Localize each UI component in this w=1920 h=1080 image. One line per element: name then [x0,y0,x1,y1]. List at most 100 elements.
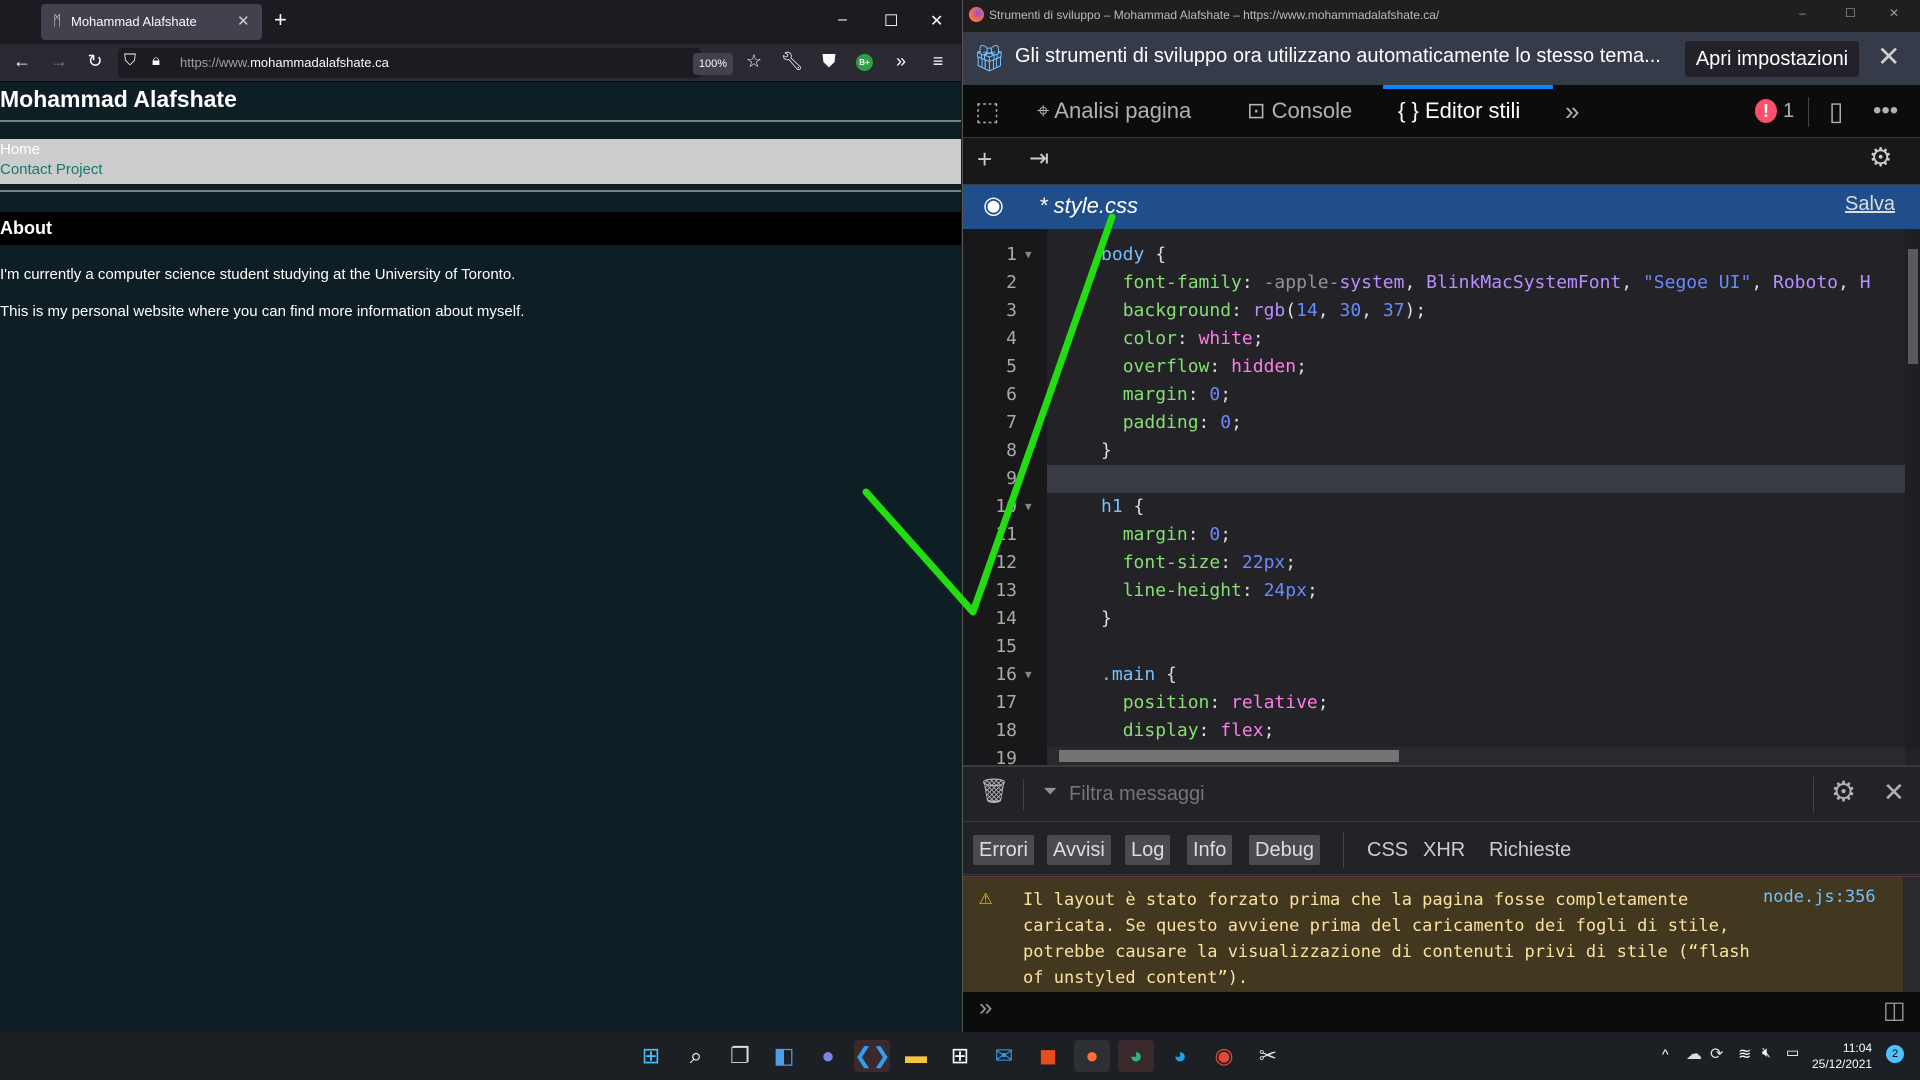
code-line[interactable]: line-height: 24px; [1101,577,1318,605]
error-icon[interactable]: ! [1755,99,1777,123]
filter-debug-button[interactable]: Debug [1249,835,1320,865]
pocket-icon[interactable]: ⛊ [817,51,841,72]
filter-warnings-button[interactable]: Avvisi [1047,835,1111,865]
code-line[interactable]: } [1101,605,1112,633]
filter-xhr-button[interactable]: XHR [1423,835,1465,865]
back-icon[interactable]: ← [10,51,34,72]
more-tabs-chevron-icon[interactable]: » [1565,85,1579,137]
notification-count-badge[interactable]: 2 [1886,1045,1904,1063]
onedrive-icon[interactable]: ☁ [1686,1044,1702,1064]
snipping-tool-icon[interactable]: ✂ [1250,1040,1286,1072]
tab-console[interactable]: ⊡ Console [1247,85,1352,137]
trash-icon[interactable]: 🗑︎ [979,777,1009,806]
minimize-button[interactable]: – [1799,6,1806,20]
filter-info-button[interactable]: Info [1187,835,1233,865]
code-line[interactable]: font-size: 22px; [1101,549,1296,577]
shield-icon[interactable]: ⛉ [124,52,136,70]
screen-recorder-icon[interactable]: ◉ [1206,1040,1242,1072]
sync-icon[interactable]: ⟳ [1710,1044,1723,1064]
save-button[interactable]: Salva [1845,193,1895,216]
vscode-icon[interactable]: ❮❯ [854,1040,891,1072]
code-line[interactable]: body { [1101,241,1166,269]
error-count[interactable]: 1 [1783,85,1794,137]
extension-badge-icon[interactable]: B+ [856,54,873,71]
hamburger-menu-icon[interactable]: ≡ [926,51,950,72]
reload-icon[interactable]: ↻ [83,51,107,72]
teams-chat-icon[interactable]: ● [810,1040,846,1072]
fold-toggle-icon[interactable]: ▼ [1025,661,1032,689]
filter-messages-input[interactable] [1069,777,1769,811]
wifi-icon[interactable]: ≋ [1738,1044,1751,1064]
code-line[interactable]: background: rgb(14, 30, 37); [1101,297,1427,325]
fold-toggle-icon[interactable]: ▼ [1025,241,1032,269]
filter-log-button[interactable]: Log [1125,835,1171,865]
eye-icon[interactable]: ◉ [983,191,1004,220]
responsive-design-icon[interactable]: ▯ [1829,85,1843,137]
code-line[interactable]: position: relative; [1101,689,1329,717]
fold-toggle-icon[interactable]: ▼ [1025,493,1032,521]
scrollbar-thumb[interactable] [1059,750,1399,762]
message-scrollbar[interactable] [1903,877,1920,993]
code-line[interactable]: display: flex; [1101,717,1275,745]
forward-icon[interactable]: → [47,51,71,72]
code-line[interactable]: } [1101,437,1112,465]
code-line[interactable]: overflow: hidden; [1101,353,1307,381]
lock-icon[interactable]: 🔒︎ [152,52,160,69]
more-options-icon[interactable]: ••• [1873,85,1898,137]
bookmark-star-icon[interactable]: ☆ [742,51,766,72]
close-notification-icon[interactable]: ✕ [1877,40,1900,73]
minimize-button[interactable]: – [838,11,847,29]
console-input[interactable]: » ◫ [963,992,1920,1032]
mail-icon[interactable]: ✉ [986,1040,1022,1072]
close-tab-icon[interactable]: ✕ [237,12,250,30]
code-line[interactable]: color: white; [1101,325,1264,353]
battery-icon[interactable]: ▭ [1786,1044,1799,1061]
code-line[interactable]: padding: 0; [1101,409,1242,437]
code-line[interactable]: margin: 0; [1101,381,1231,409]
task-view-icon[interactable]: ❐ [722,1040,758,1072]
new-tab-button[interactable]: + [274,8,287,32]
start-icon[interactable]: ⊞ [633,1040,669,1072]
stylesheet-name[interactable]: * style.css [1039,193,1138,219]
url-text[interactable]: https://www.mohammadalafshate.ca [180,55,389,70]
nav-link-contact-project[interactable]: Contact Project [0,161,103,178]
maximize-button[interactable]: ☐ [1845,6,1856,20]
console-settings-gear-icon[interactable]: ⚙ [1831,775,1856,808]
wrench-icon[interactable]: 🔧︎ [780,51,804,72]
vertical-scrollbar[interactable] [1905,229,1920,749]
code-line[interactable]: h1 { [1101,493,1144,521]
overflow-chevron-icon[interactable]: » [889,51,913,72]
edge-profile-icon[interactable]: ◕ [1118,1040,1154,1072]
zoom-level[interactable]: 100% [693,53,733,75]
filter-errors-button[interactable]: Errori [973,835,1034,865]
show-hidden-icons-chevron-icon[interactable]: ^ [1662,1046,1669,1062]
code-line[interactable]: .main { [1101,661,1177,689]
code-editor[interactable]: body { font-family: -apple-system, Blink… [963,229,1920,765]
scrollbar-thumb[interactable] [1908,249,1918,364]
edge-icon[interactable]: ◕ [1162,1040,1198,1072]
add-stylesheet-icon[interactable]: + [977,144,992,175]
store-icon[interactable]: ⊞ [942,1040,978,1072]
code-line[interactable]: font-family: -apple-system, BlinkMacSyst… [1101,269,1871,297]
warning-source-link[interactable]: node.js:356 [1763,887,1876,907]
firefox-icon[interactable]: ● [1074,1040,1110,1072]
code-line[interactable]: margin: 0; [1101,521,1231,549]
close-console-icon[interactable]: ✕ [1883,777,1905,808]
nav-link-home[interactable]: Home [0,141,40,158]
open-settings-button[interactable]: Apri impostazioni [1685,41,1859,77]
settings-gear-icon[interactable]: ⚙ [1869,142,1892,173]
filter-css-button[interactable]: CSS [1367,835,1408,865]
import-stylesheet-icon[interactable]: ⇥ [1029,144,1049,173]
tab-inspector[interactable]: ⌖ Analisi pagina [1037,85,1191,137]
file-explorer-icon[interactable]: ▬ [898,1040,934,1072]
close-window-button[interactable]: ✕ [930,11,943,31]
search-icon[interactable]: ⌕ [678,1040,714,1072]
filter-requests-button[interactable]: Richieste [1489,835,1571,865]
office-icon[interactable]: ◼ [1030,1040,1066,1072]
horizontal-scrollbar[interactable] [1047,747,1905,765]
close-window-button[interactable]: ✕ [1889,6,1899,20]
tab-style-editor[interactable]: { } Editor stili [1398,85,1520,137]
volume-muted-icon[interactable]: 🔇︎ [1762,1044,1771,1061]
browser-tab[interactable]: ᛗ Mohammad Alafshate ✕ [41,4,262,40]
clock[interactable]: 11:04 25/12/2021 [1812,1040,1872,1072]
